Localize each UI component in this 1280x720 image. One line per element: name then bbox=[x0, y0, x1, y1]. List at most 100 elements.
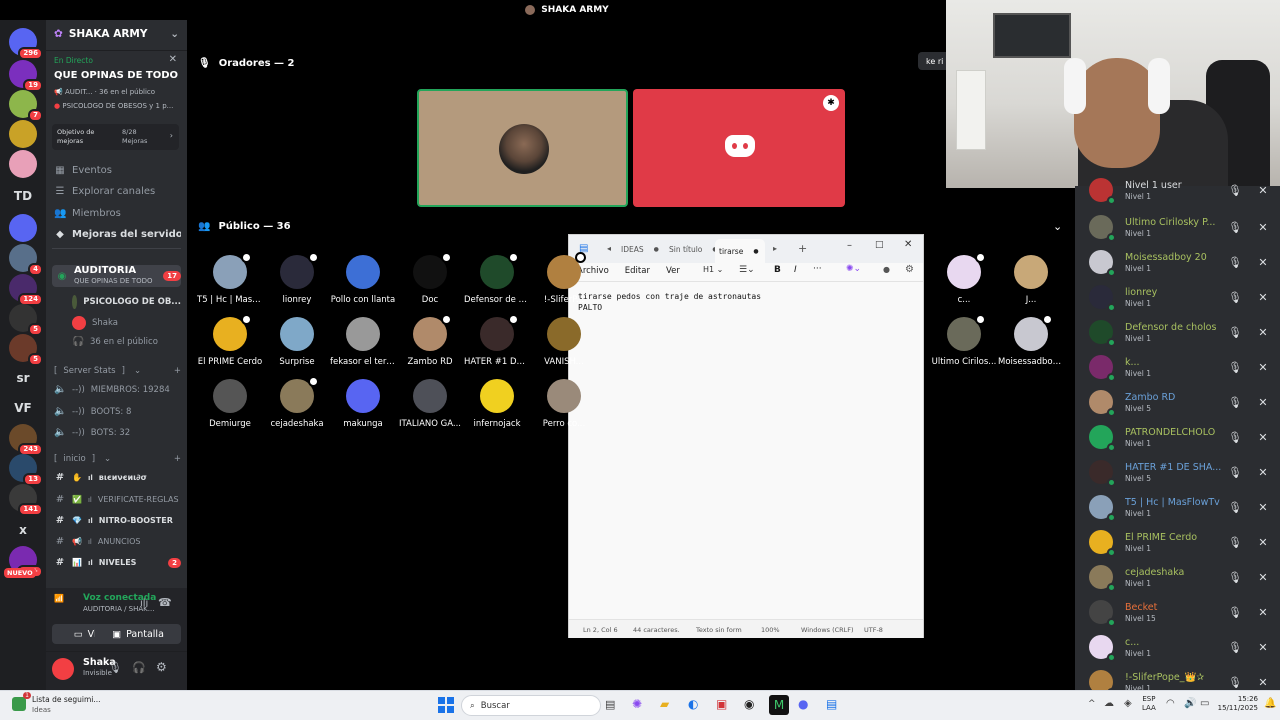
copilot-icon[interactable]: ✺⌄ bbox=[846, 264, 861, 274]
task-view-icon[interactable]: ▤ bbox=[605, 698, 615, 711]
audience-member[interactable]: VANISH... bbox=[531, 317, 597, 367]
tab-ideas[interactable]: IDEAS ● bbox=[621, 245, 659, 254]
remove-icon[interactable]: ✕ bbox=[1254, 676, 1272, 689]
microphone-icon[interactable]: 🎙 bbox=[108, 661, 122, 674]
server-header[interactable]: ✿ SHAKA ARMY ⌄ bbox=[54, 28, 179, 40]
close-icon[interactable]: ✕ bbox=[169, 54, 177, 65]
remove-icon[interactable]: ✕ bbox=[1254, 256, 1272, 269]
tab-scroll-right-icon[interactable]: ▸ bbox=[773, 244, 777, 253]
server-icon[interactable] bbox=[9, 214, 37, 242]
server-icon[interactable]: x bbox=[9, 516, 37, 544]
audience-member[interactable]: Surprise bbox=[264, 317, 330, 367]
member-row[interactable]: T5 | Hc | MasFlowTv Nivel 1 🎙 ✕ bbox=[1089, 491, 1272, 523]
battery-icon[interactable]: ▭ bbox=[1200, 698, 1209, 709]
server-icon[interactable]: 124 bbox=[9, 274, 43, 306]
member-row[interactable]: lionrey Nivel 1 🎙 ✕ bbox=[1089, 281, 1272, 313]
plus-icon[interactable]: + bbox=[174, 366, 181, 376]
text-channel[interactable]: # 📢 ıl ANUNCIOS bbox=[54, 536, 181, 547]
audience-member[interactable]: El PRIME Cerdo bbox=[197, 314, 263, 367]
server-icon[interactable]: 5 bbox=[9, 304, 43, 336]
app-tray-icon[interactable]: ◈ bbox=[1124, 698, 1132, 709]
audience-member[interactable]: lionrey bbox=[264, 252, 330, 305]
account-icon[interactable]: ● bbox=[883, 265, 890, 274]
audience-member[interactable]: Perro co... bbox=[531, 379, 597, 429]
server-icon[interactable]: sr bbox=[9, 364, 37, 392]
disconnect-icon[interactable]: ☎ bbox=[158, 596, 172, 609]
new-tab-button[interactable]: + bbox=[798, 242, 807, 255]
remove-icon[interactable]: ✕ bbox=[1254, 184, 1272, 197]
stats-channel[interactable]: 🔈 --)) MIEMBROS: 19284 bbox=[54, 384, 181, 395]
server-icon[interactable]: 13 bbox=[9, 454, 43, 486]
server-icon[interactable]: 296 bbox=[9, 28, 43, 60]
text-channel[interactable]: # ✋ ıl вιєиνєиι∂σ bbox=[54, 472, 181, 483]
speaker-tile[interactable] bbox=[417, 89, 628, 207]
audience-member[interactable]: HATER #1 DE ... bbox=[464, 314, 530, 367]
invite-speaker-icon[interactable]: 🎙 bbox=[1226, 536, 1244, 549]
member-row[interactable]: PATRONDELCHOLO Nivel 1 🎙 ✕ bbox=[1089, 421, 1272, 453]
remove-icon[interactable]: ✕ bbox=[1254, 606, 1272, 619]
invite-speaker-icon[interactable]: 🎙 bbox=[1226, 466, 1244, 479]
stats-channel[interactable]: 🔈 --)) BOTS: 32 bbox=[54, 427, 181, 438]
soundboard-icon[interactable]: ılı bbox=[140, 598, 148, 609]
discord-icon[interactable]: ● bbox=[798, 697, 808, 711]
clock[interactable]: 15:26 15/11/2025 bbox=[1216, 695, 1258, 713]
remove-icon[interactable]: ✕ bbox=[1254, 361, 1272, 374]
collapse-icon[interactable]: ⌄ bbox=[1053, 220, 1062, 233]
screen-share-button[interactable]: ▣ Pantalla bbox=[95, 624, 181, 644]
server-icon[interactable] bbox=[9, 120, 37, 148]
audience-member[interactable]: ITALIANO GA... bbox=[397, 379, 463, 429]
remove-icon[interactable]: ✕ bbox=[1254, 221, 1272, 234]
remove-icon[interactable]: ✕ bbox=[1254, 571, 1272, 584]
editor-text[interactable]: tirarse pedos con traje de astronautas P… bbox=[578, 291, 761, 313]
nav-boosts[interactable]: ◆Mejoras del servidor3 bbox=[54, 229, 181, 240]
invite-speaker-icon[interactable]: 🎙 bbox=[1226, 221, 1244, 234]
audience-member[interactable]: !-SliferP... bbox=[531, 252, 597, 305]
more-icon[interactable]: ··· bbox=[813, 264, 822, 274]
remove-icon[interactable]: ✕ bbox=[1254, 466, 1272, 479]
text-channel[interactable]: # 💎 ıl NITRO-BOOSTER bbox=[54, 515, 181, 526]
category-inicio[interactable]: [inicio] ⌄ + bbox=[54, 454, 181, 464]
audience-member[interactable]: infernojack bbox=[464, 379, 530, 429]
widget-title[interactable]: Lista de seguimi... bbox=[32, 695, 101, 704]
app-icon[interactable]: ▣ bbox=[716, 697, 727, 711]
member-row[interactable]: Moisessadboy 20 Nivel 1 🎙 ✕ bbox=[1089, 246, 1272, 278]
invite-speaker-icon[interactable]: 🎙 bbox=[1226, 606, 1244, 619]
remove-icon[interactable]: ✕ bbox=[1254, 326, 1272, 339]
audience-member[interactable]: Pollo con llanta bbox=[330, 255, 396, 305]
settings-icon[interactable]: ⚙ bbox=[905, 264, 914, 275]
member-row[interactable]: k... Nivel 1 🎙 ✕ bbox=[1089, 351, 1272, 383]
boost-goal[interactable]: Objetivo de mejoras 8/28 Mejoras › bbox=[52, 124, 179, 150]
event-title[interactable]: QUE OPINAS DE TODO bbox=[54, 70, 178, 81]
server-icon[interactable]: 5 bbox=[9, 334, 43, 366]
audience-member[interactable]: Ultimo Cirilos... bbox=[931, 314, 997, 367]
invite-speaker-icon[interactable]: 🎙 bbox=[1226, 326, 1244, 339]
stage-channel[interactable]: ◉ AUDITORIA QUE OPINAS DE TODO 17 bbox=[52, 265, 181, 287]
tab-scroll-left-icon[interactable]: ◂ bbox=[607, 244, 611, 253]
member-row[interactable]: Ultimo Cirilosky P... Nivel 1 🎙 ✕ bbox=[1089, 211, 1272, 243]
text-channel[interactable]: # 📊 ıl NIVELES 2 bbox=[54, 557, 181, 568]
invite-speaker-icon[interactable]: 🎙 bbox=[1226, 396, 1244, 409]
minimize-button[interactable]: – bbox=[847, 240, 852, 251]
plus-icon[interactable]: + bbox=[174, 454, 181, 464]
member-row[interactable]: c... Nivel 1 🎙 ✕ bbox=[1089, 631, 1272, 663]
audience-member[interactable]: cejadeshaka bbox=[264, 376, 330, 429]
remove-icon[interactable]: ✕ bbox=[1254, 536, 1272, 549]
file-explorer-icon[interactable]: ▰ bbox=[660, 697, 669, 711]
invite-speaker-icon[interactable]: 🎙 bbox=[1226, 291, 1244, 304]
tab-sin-titulo[interactable]: Sin título● bbox=[669, 245, 718, 254]
remove-icon[interactable]: ✕ bbox=[1254, 501, 1272, 514]
audience-member[interactable]: c... bbox=[931, 252, 997, 305]
stats-channel[interactable]: 🔈 --)) BOOTS: 8 bbox=[54, 406, 181, 417]
audience-member[interactable]: Zambo RD bbox=[397, 314, 463, 367]
heading-dropdown[interactable]: H1 ⌄ bbox=[703, 265, 723, 274]
onedrive-icon[interactable]: ☁ bbox=[1104, 698, 1114, 709]
remove-icon[interactable]: ✕ bbox=[1254, 291, 1272, 304]
invite-speaker-icon[interactable]: 🎙 bbox=[1226, 361, 1244, 374]
server-icon[interactable]: TD bbox=[9, 182, 37, 210]
server-icon[interactable]: 4 bbox=[9, 244, 43, 276]
volume-icon[interactable]: 🔊 bbox=[1184, 698, 1196, 709]
invite-speaker-icon[interactable]: 🎙 bbox=[1226, 184, 1244, 197]
text-channel[interactable]: # ✅ ıl VERIFICATE-REGLAS bbox=[54, 494, 181, 505]
notepad-icon[interactable]: ▤ bbox=[826, 697, 837, 711]
language-indicator[interactable]: ESP LAA bbox=[1142, 695, 1156, 713]
